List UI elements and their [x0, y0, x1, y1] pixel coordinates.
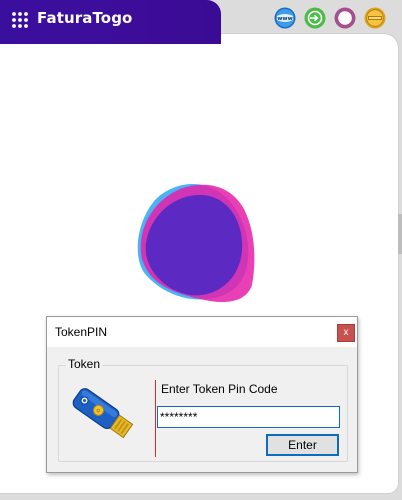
usb-token-icon: O: [72, 388, 134, 439]
divider: [155, 380, 156, 457]
badge-icon[interactable]: [364, 7, 386, 29]
app-header: FaturaTogo: [0, 0, 221, 44]
scroll-edge: [398, 214, 402, 254]
pin-prompt-label: Enter Token Pin Code: [161, 382, 278, 396]
group-label: Token: [66, 357, 103, 371]
pin-input[interactable]: [157, 406, 340, 428]
token-pin-dialog: TokenPIN x Token O Enter Token Pin Code …: [46, 316, 358, 473]
token-group: Token O Enter Token Pin Code En: [58, 357, 348, 462]
login-icon[interactable]: [304, 7, 326, 29]
dialog-title: TokenPIN: [55, 325, 108, 339]
ring-icon[interactable]: [334, 7, 356, 29]
grid-menu-icon[interactable]: [11, 11, 29, 29]
www-label: www: [277, 16, 293, 22]
app-logo: [137, 184, 255, 303]
dialog-titlebar: TokenPIN x: [47, 317, 357, 347]
www-icon[interactable]: www: [274, 7, 296, 29]
enter-button[interactable]: Enter: [266, 434, 339, 456]
app-title: FaturaTogo: [37, 9, 133, 27]
app-window: FaturaTogo www TokenPIN x Token O Enter …: [0, 0, 402, 500]
close-button[interactable]: x: [337, 324, 355, 342]
